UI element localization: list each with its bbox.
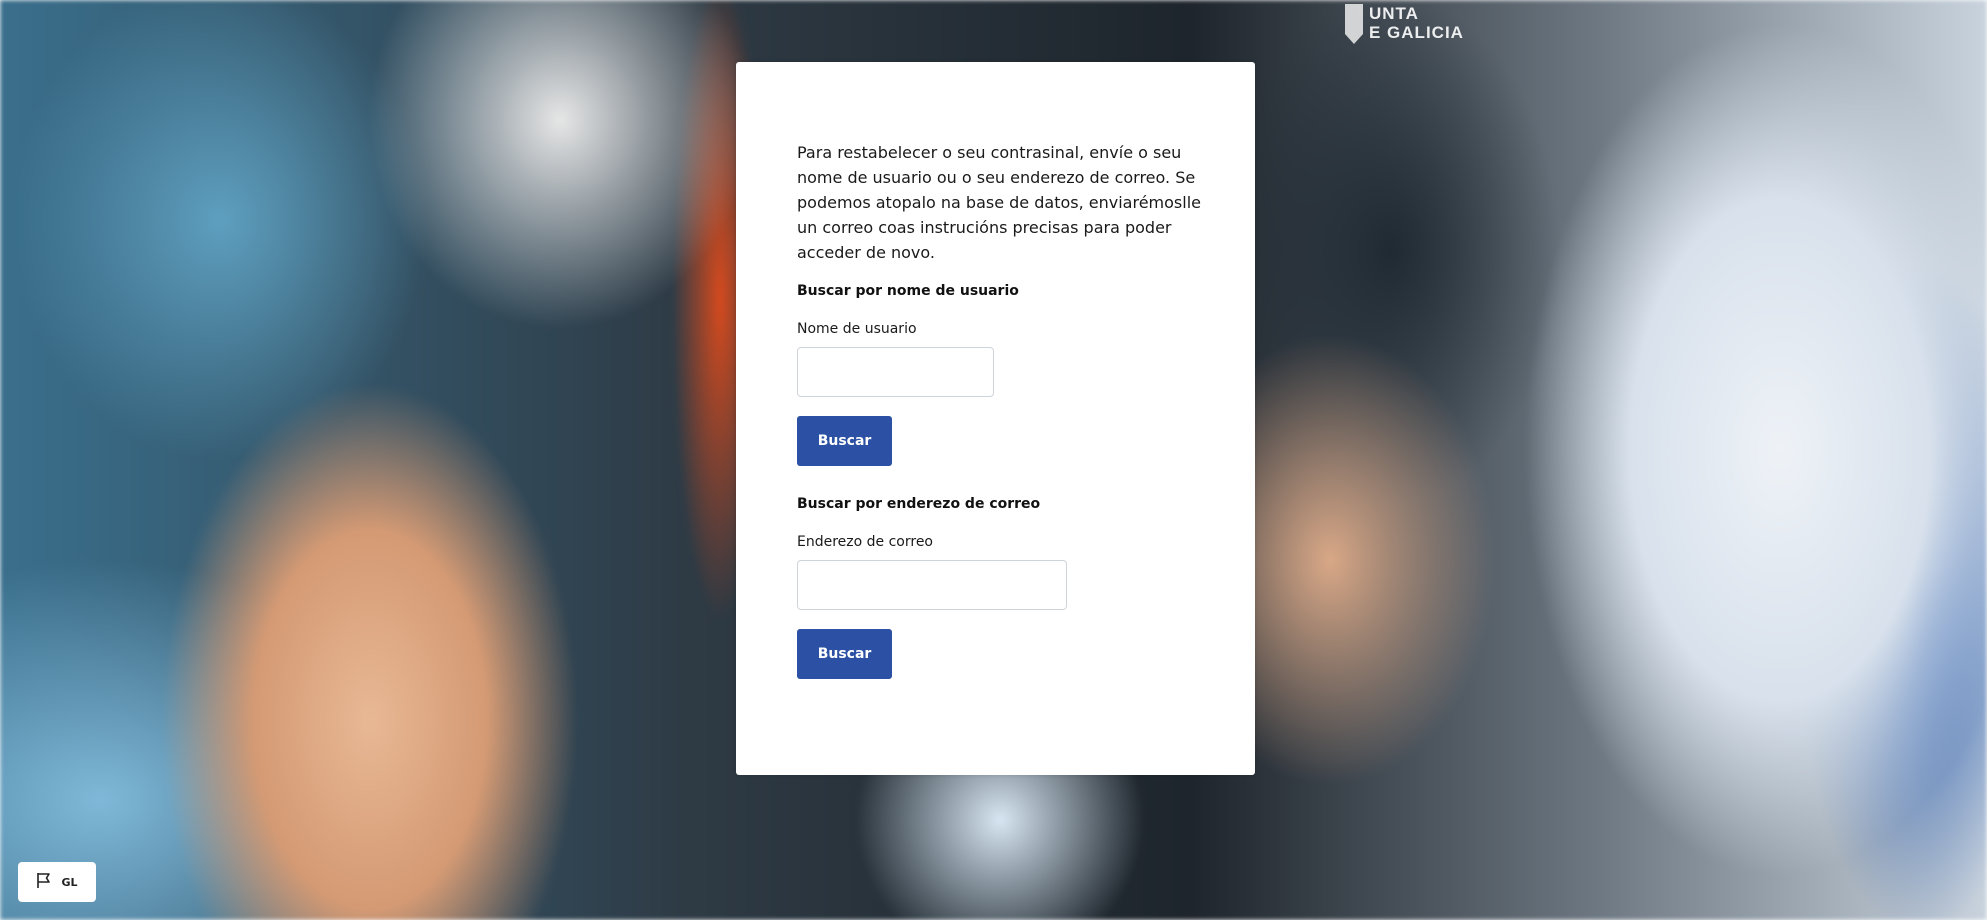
search-email-button[interactable]: Buscar — [797, 629, 892, 679]
xunta-logo: UNTA E GALICIA — [1345, 4, 1464, 44]
email-input[interactable] — [797, 560, 1067, 610]
password-reset-card: Para restabelecer o seu contrasinal, env… — [736, 62, 1255, 775]
email-label: Enderezo de correo — [797, 534, 933, 550]
username-section-title: Buscar por nome de usuario — [797, 283, 1019, 299]
intro-text: Para restabelecer o seu contrasinal, env… — [797, 143, 1201, 262]
language-selector[interactable]: GL — [18, 862, 96, 902]
flag-icon — [36, 872, 52, 893]
username-input[interactable] — [797, 347, 994, 397]
xunta-emblem-icon — [1345, 4, 1363, 44]
email-section-title: Buscar por enderezo de correo — [797, 496, 1041, 512]
logo-text-line1: UNTA — [1369, 4, 1419, 23]
password-reset-form: Para restabelecer o seu contrasinal, env… — [797, 140, 1207, 679]
search-username-button[interactable]: Buscar — [797, 416, 892, 466]
username-label: Nome de usuario — [797, 321, 917, 337]
logo-text-line2: E GALICIA — [1369, 23, 1464, 42]
language-code: GL — [61, 875, 78, 889]
